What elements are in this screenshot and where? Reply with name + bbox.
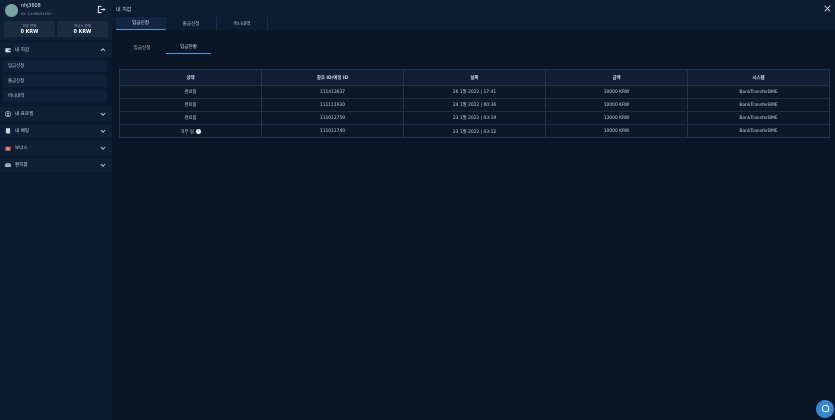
status-text: 거부 됨 xyxy=(180,129,194,135)
sidebar-item-inbox[interactable]: 편지함 xyxy=(0,158,112,172)
info-icon[interactable]: i xyxy=(196,129,201,134)
amount-cell: 10000 KRW xyxy=(546,99,688,111)
main-balance-value: 0 KRW xyxy=(20,30,39,35)
sidebar-item-label: 내 프로필 xyxy=(15,112,34,117)
close-icon[interactable] xyxy=(824,5,831,12)
table-row: 완료됨 111111930 24 1월 2022 | 00:36 10000 K… xyxy=(120,99,829,112)
wallet-icon xyxy=(5,47,11,53)
wallet-item-history[interactable]: 머니내역 xyxy=(3,90,107,102)
amount-cell: 30000 KRW xyxy=(546,86,688,98)
date-cell: 23 1월 2022 | 03:19 xyxy=(404,112,546,124)
sidebar-item-bonus[interactable]: 보너스 xyxy=(0,141,112,155)
system-cell: BankTransferBME xyxy=(739,89,778,95)
ref-cell: 111011740 xyxy=(262,125,404,138)
user-icon xyxy=(5,111,11,117)
gift-icon xyxy=(5,145,11,151)
table-row: 거부 됨 i 111011740 23 1월 2022 | 03:12 1000… xyxy=(120,125,829,138)
tab-withdraw[interactable]: 출금신청 xyxy=(166,17,217,30)
sidebar-item-profile[interactable]: 내 프로필 xyxy=(0,107,112,121)
logout-icon[interactable] xyxy=(97,5,106,14)
sidebar-item-wallet[interactable]: 내 지갑 xyxy=(0,43,112,57)
column-ref: 참조 ID/예정 ID xyxy=(262,70,404,85)
main-balance: 보유 잔액 0 KRW xyxy=(4,21,55,37)
sidebar-item-label: 보너스 xyxy=(15,146,28,151)
chat-button[interactable] xyxy=(816,400,834,418)
chevron-down-icon[interactable] xyxy=(100,128,106,134)
status-cell: 거부 됨 i xyxy=(120,125,262,138)
deposit-table: 상태 참조 ID/예정 ID 날짜 금액 시스템 완료됨 111413637 2… xyxy=(119,69,830,138)
table-row: 완료됨 111413637 26 1월 2022 | 17:41 30000 K… xyxy=(120,86,829,99)
amount-cell: 13000 KRW xyxy=(546,112,688,124)
status-cell: 완료됨 xyxy=(120,99,262,111)
column-amount: 금액 xyxy=(546,70,688,85)
status-cell: 완료됨 xyxy=(120,112,262,124)
balance-cards: 보유 잔액 0 KRW 보너스 잔액 0 KRW xyxy=(4,21,108,37)
date-cell: 26 1월 2022 | 17:41 xyxy=(404,86,546,98)
sidebar-item-label: 내 베팅 xyxy=(15,129,30,134)
amount-cell: 10000 KRW xyxy=(546,125,688,138)
sidebar-item-label: 내 지갑 xyxy=(15,48,30,53)
user-id: ID: 1109831550 xyxy=(21,11,52,16)
bonus-balance-label: 보너스 잔액 xyxy=(74,24,91,28)
column-status: 상태 xyxy=(120,70,262,85)
date-cell: 24 1월 2022 | 00:36 xyxy=(404,99,546,111)
tab-deposit[interactable]: 입금신청 xyxy=(116,17,166,30)
wallet-item-deposit[interactable]: 입금신청 xyxy=(3,60,107,72)
bonus-balance-value: 0 KRW xyxy=(73,30,92,35)
chevron-down-icon[interactable] xyxy=(100,145,106,151)
wallet-item-withdraw[interactable]: 출금신청 xyxy=(3,75,107,87)
chevron-up-icon[interactable] xyxy=(100,47,106,53)
system-cell: BankTransferBME xyxy=(739,102,778,108)
date-cell: 23 1월 2022 | 03:12 xyxy=(404,125,546,138)
tab-history[interactable]: 머니내역 xyxy=(217,17,268,30)
table-header: 상태 참조 ID/예정 ID 날짜 금액 시스템 xyxy=(120,70,829,86)
table-row: 완료됨 111012759 23 1월 2022 | 03:19 13000 K… xyxy=(120,112,829,125)
system-cell: BankTransferBME xyxy=(739,129,778,134)
header: 내 지갑 xyxy=(112,0,835,17)
ref-cell: 111413637 xyxy=(262,86,404,98)
main-panel: 내 지갑 입금신청 출금신청 머니내역 입금신청 입금현황 상태 참조 ID/예… xyxy=(112,0,835,420)
username: nhj3608 xyxy=(21,4,41,9)
ref-cell: 111111930 xyxy=(262,99,404,111)
sidebar-item-bets[interactable]: 내 베팅 xyxy=(0,124,112,138)
chevron-down-icon[interactable] xyxy=(100,111,106,117)
column-date: 날짜 xyxy=(404,70,546,85)
page-title: 내 지갑 xyxy=(116,7,132,13)
subtab-deposit-request[interactable]: 입금신청 xyxy=(129,41,155,54)
system-cell: BankTransferBME xyxy=(739,115,778,121)
status-cell: 완료됨 xyxy=(120,86,262,98)
column-system: 시스템 xyxy=(752,75,765,81)
main-balance-label: 보유 잔액 xyxy=(22,24,37,28)
avatar[interactable] xyxy=(5,4,18,17)
sidebar-item-label: 편지함 xyxy=(15,163,28,168)
sidebar: nhj3608 ID: 1109831550 보유 잔액 0 KRW 보너스 잔… xyxy=(0,0,112,420)
ref-cell: 111012759 xyxy=(262,112,404,124)
chat-icon xyxy=(821,404,830,415)
subtab-deposit-status[interactable]: 입금현황 xyxy=(166,41,211,54)
bonus-balance: 보너스 잔액 0 KRW xyxy=(57,21,108,37)
profile-panel: nhj3608 ID: 1109831550 보유 잔액 0 KRW 보너스 잔… xyxy=(0,0,112,40)
receipt-icon xyxy=(5,128,11,134)
mail-icon xyxy=(5,162,11,168)
chevron-down-icon[interactable] xyxy=(100,162,106,168)
